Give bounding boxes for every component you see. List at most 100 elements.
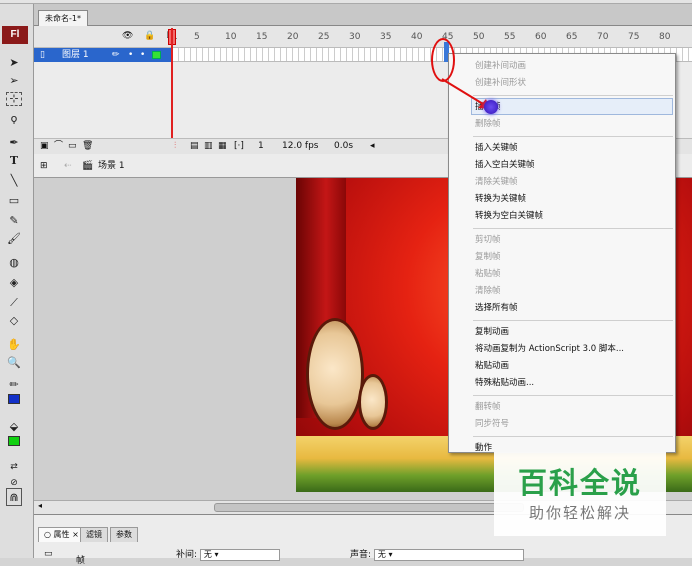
context-menu-item[interactable]: 插入关键帧 <box>475 141 518 156</box>
add-layer-icon[interactable]: ▣ <box>40 139 49 154</box>
ruler-frame-number: 20 <box>287 32 299 42</box>
context-menu-highlight <box>471 98 673 115</box>
subselection-tool-icon[interactable]: ➢ <box>5 72 23 90</box>
document-tab[interactable]: 未命名-1* <box>38 10 88 26</box>
context-menu-item: 清除帧 <box>475 286 501 296</box>
context-menu-separator <box>473 320 673 321</box>
context-menu-item[interactable]: 将动画复制为 ActionScript 3.0 脚本... <box>475 342 624 357</box>
context-menu-item[interactable]: 复制动画 <box>475 325 509 340</box>
layer-name[interactable]: 图层 1 <box>62 48 89 62</box>
lasso-tool-icon[interactable]: ϙ <box>5 110 23 128</box>
frame-label: 帧 <box>76 556 86 566</box>
ruler-frame-number: 70 <box>597 32 609 42</box>
sound-select[interactable]: 无 ▾ <box>373 548 524 561</box>
ruler-frame-number: 25 <box>318 32 330 42</box>
context-menu-separator <box>473 228 673 229</box>
context-menu-item: 清除关键帧 <box>475 177 518 187</box>
document-tab-bar: 未命名-1* <box>34 4 692 26</box>
selection-tool-icon[interactable]: ➤ <box>5 54 23 72</box>
context-menu-separator <box>473 136 673 137</box>
context-menu-item[interactable]: 转换为关键帧 <box>475 192 526 207</box>
tab-parameters[interactable]: 参数 <box>110 527 138 542</box>
hand-tool-icon[interactable]: ✋ <box>5 336 23 354</box>
pencil-icon: ✏ <box>112 50 120 60</box>
brush-tool-icon[interactable]: 🖌 <box>5 230 23 248</box>
tools-panel: Fl ➤ ➢ ⊹ ϙ ✒ T ╲ ▭ ✎ 🖌 ◍ ◈ ⟋ ◇ ✋ 🔍 ✏ ⬙ ⇄… <box>0 4 34 558</box>
fill-color-swatch[interactable] <box>8 436 20 446</box>
context-menu-item[interactable]: 粘贴动画 <box>475 359 509 374</box>
ruler-frame-number: 15 <box>256 32 268 42</box>
line-tool-icon[interactable]: ╲ <box>5 172 23 190</box>
context-menu-item[interactable]: 转换为空白关键帧 <box>475 209 543 224</box>
sound-value: 无 <box>377 549 386 559</box>
onion-outline-icon[interactable]: ▥ <box>204 139 213 154</box>
ruler-frame-number: 75 <box>628 32 640 42</box>
ruler-frame-number: 35 <box>380 32 392 42</box>
context-menu-item[interactable]: 插入空白关键帧 <box>475 158 535 173</box>
tab-filters[interactable]: 滤镜 <box>80 527 108 542</box>
stroke-color-swatch[interactable] <box>8 394 20 404</box>
timeline-scroll-left-icon[interactable]: ◂ <box>370 139 375 154</box>
context-menu-separator <box>473 395 673 396</box>
free-transform-tool-icon[interactable]: ⊹ <box>6 92 22 106</box>
tab-properties[interactable]: ○ 属性 × <box>38 527 85 542</box>
context-menu-item[interactable]: 動作 <box>475 441 492 456</box>
layer-outline-swatch[interactable] <box>152 51 161 59</box>
fill-color-icon[interactable]: ⬙ <box>5 418 23 436</box>
context-menu-item[interactable]: 选择所有帧 <box>475 301 518 316</box>
layer-row[interactable]: ▯ 图层 1 ✏ • • <box>34 48 173 62</box>
ruler-frame-number: 55 <box>504 32 516 42</box>
current-frame: 1 <box>258 141 264 151</box>
flash-logo: Fl <box>2 26 28 44</box>
tween-value: 无 <box>203 549 212 559</box>
snap-icon[interactable]: ⋒ <box>6 488 22 506</box>
ruler-frame-number: 80 <box>659 32 671 42</box>
layer-visible-dot[interactable]: • <box>128 48 133 62</box>
ink-bottle-tool-icon[interactable]: ◍ <box>5 254 23 272</box>
scene-icon: 🎬 <box>82 161 94 171</box>
ruler-frame-number: 65 <box>566 32 578 42</box>
add-guide-layer-icon[interactable]: ⌒ <box>54 139 63 154</box>
tab-properties-label: 属性 <box>53 530 70 539</box>
onion-skin-icon[interactable]: ▤ <box>190 139 199 154</box>
scroll-left-icon[interactable]: ◂ <box>38 501 42 510</box>
ruler-frame-number: 30 <box>349 32 361 42</box>
watermark-title: 百科全说 <box>517 466 642 500</box>
center-frame-icon[interactable]: ⫶ <box>174 139 176 154</box>
rectangle-tool-icon[interactable]: ▭ <box>5 192 23 210</box>
delete-layer-icon[interactable]: 🗑 <box>82 139 93 154</box>
context-menu-item[interactable]: 特殊粘贴动画... <box>475 376 534 391</box>
scene-name: 场景 1 <box>98 161 125 171</box>
stage-icon: ⊞ <box>40 161 48 171</box>
context-menu-item: 创建补间动画 <box>475 61 527 71</box>
tween-row: 补间: 无 ▾ <box>176 547 280 561</box>
tween-select[interactable]: 无 ▾ <box>199 548 280 561</box>
tween-label: 补间: <box>176 550 198 560</box>
context-menu-item: 删除帧 <box>475 119 501 129</box>
pencil-tool-icon[interactable]: ✎ <box>5 212 23 230</box>
modify-onion-markers-icon[interactable]: [·] <box>234 139 244 154</box>
edit-multiple-frames-icon[interactable]: ▦ <box>218 139 227 154</box>
add-folder-icon[interactable]: ▭ <box>68 139 77 154</box>
timeline-header: 👁 🔒 ☐ 15101520253035404550556065707580 <box>34 26 692 48</box>
layer-lock-dot[interactable]: • <box>140 48 145 62</box>
back-arrow-icon[interactable]: ⇠ <box>64 154 72 178</box>
stroke-color-icon[interactable]: ✏ <box>5 376 23 394</box>
elapsed-time: 0.0s <box>334 141 354 151</box>
watermark-subtitle: 助你轻松解决 <box>528 504 631 522</box>
paint-bucket-tool-icon[interactable]: ◈ <box>5 274 23 292</box>
context-menu-separator <box>473 436 673 437</box>
text-tool-icon[interactable]: T <box>5 152 23 170</box>
context-menu-item: 翻转帧 <box>475 402 501 412</box>
layer-icon: ▯ <box>40 50 45 60</box>
sound-label: 声音: <box>350 550 372 560</box>
pen-tool-icon[interactable]: ✒ <box>5 134 23 152</box>
zoom-tool-icon[interactable]: 🔍 <box>5 354 23 372</box>
eraser-tool-icon[interactable]: ◇ <box>5 312 23 330</box>
ruler-frame-number: 10 <box>225 32 237 42</box>
scrollbar-thumb[interactable] <box>214 503 524 512</box>
context-menu-item: 剪切帧 <box>475 235 501 245</box>
small-drum <box>358 374 388 430</box>
eyedropper-tool-icon[interactable]: ⟋ <box>5 294 23 312</box>
ruler-frame-number: 60 <box>535 32 547 42</box>
